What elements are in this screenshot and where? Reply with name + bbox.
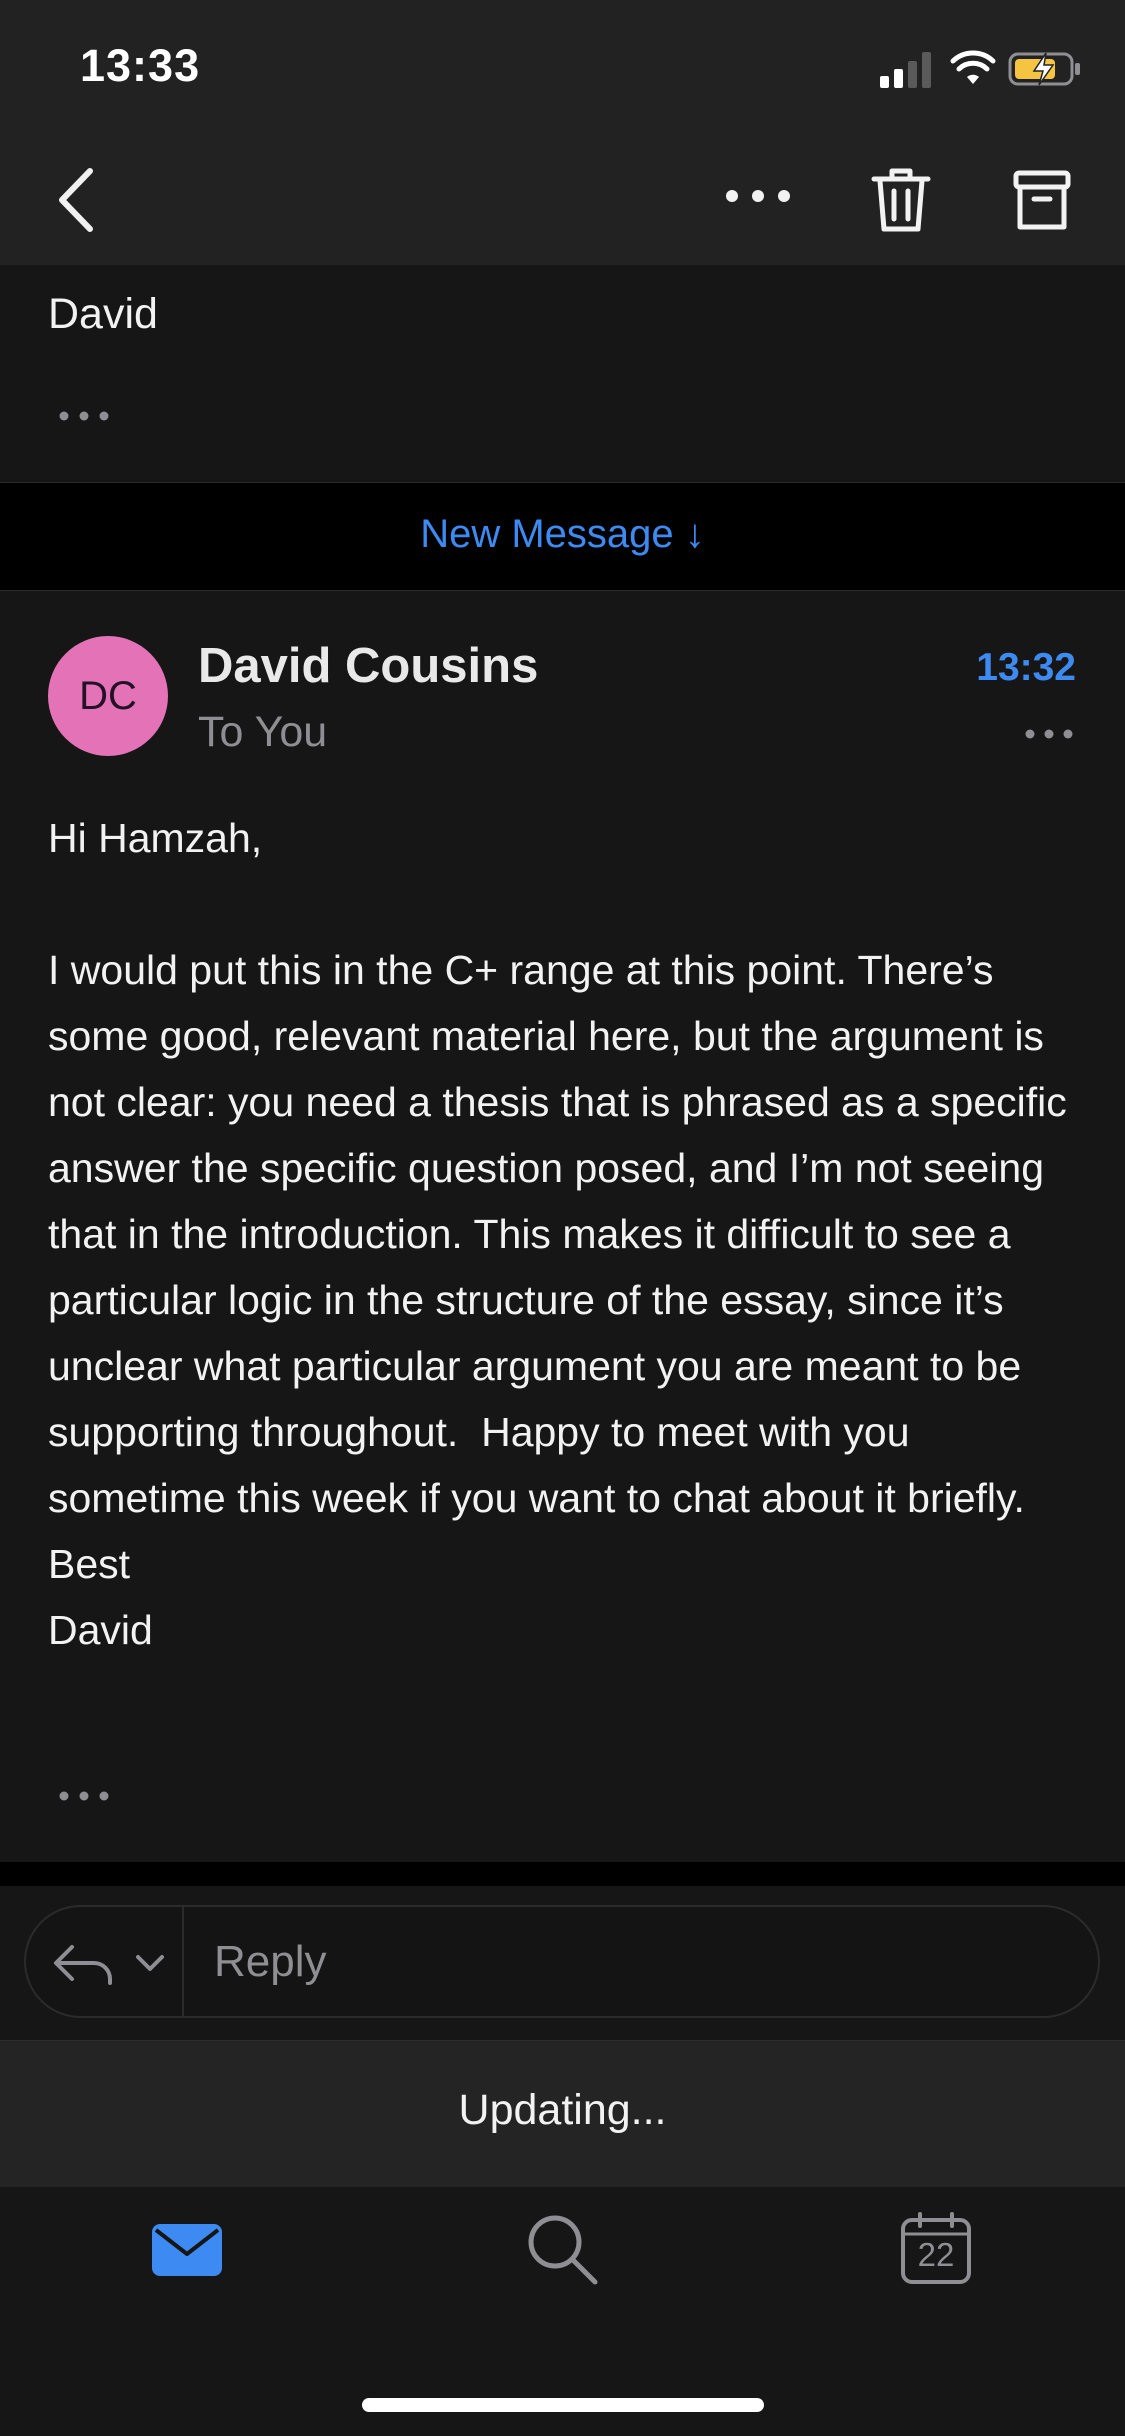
reply-options-button[interactable] (50, 1935, 180, 1990)
more-options-button[interactable] (722, 172, 794, 220)
show-quoted-text-icon[interactable] (58, 1778, 110, 1814)
message-separator (0, 1862, 1125, 1886)
reply-input[interactable] (214, 1930, 1064, 1994)
previous-message[interactable] (0, 265, 1125, 483)
back-button[interactable] (52, 165, 102, 235)
archive-button[interactable] (1012, 165, 1072, 235)
sender-name[interactable]: David Cousins (198, 638, 538, 694)
cellular-signal-icon (880, 52, 931, 88)
chevron-down-icon (136, 1955, 164, 1971)
recipient-line: To You (198, 708, 328, 756)
calendar-day-number: 22 (917, 2236, 955, 2273)
previous-message-signature: David (48, 290, 158, 338)
message-body: Hi Hamzah, I would put this in the C+ ra… (48, 815, 1067, 1653)
tab-search[interactable] (525, 2212, 600, 2287)
delete-button[interactable] (870, 165, 932, 235)
show-quoted-text-icon[interactable] (58, 398, 110, 434)
message-more-icon[interactable] (1024, 716, 1074, 752)
tab-mail[interactable] (150, 2218, 224, 2282)
new-message-label[interactable]: New Message ↓ (0, 512, 1125, 557)
battery-charging-icon (1008, 52, 1080, 86)
message-time: 13:32 (976, 646, 1076, 689)
sync-status-text: Updating... (458, 2086, 667, 2134)
wifi-icon (950, 50, 996, 84)
avatar[interactable]: DC (48, 636, 168, 756)
reply-icon (54, 1945, 112, 1985)
status-time: 13:33 (80, 40, 201, 91)
mail-icon (152, 2224, 222, 2276)
search-icon (528, 2215, 598, 2285)
reply-divider (182, 1907, 184, 2016)
avatar-initials: DC (79, 673, 137, 718)
home-indicator[interactable] (362, 2398, 764, 2412)
